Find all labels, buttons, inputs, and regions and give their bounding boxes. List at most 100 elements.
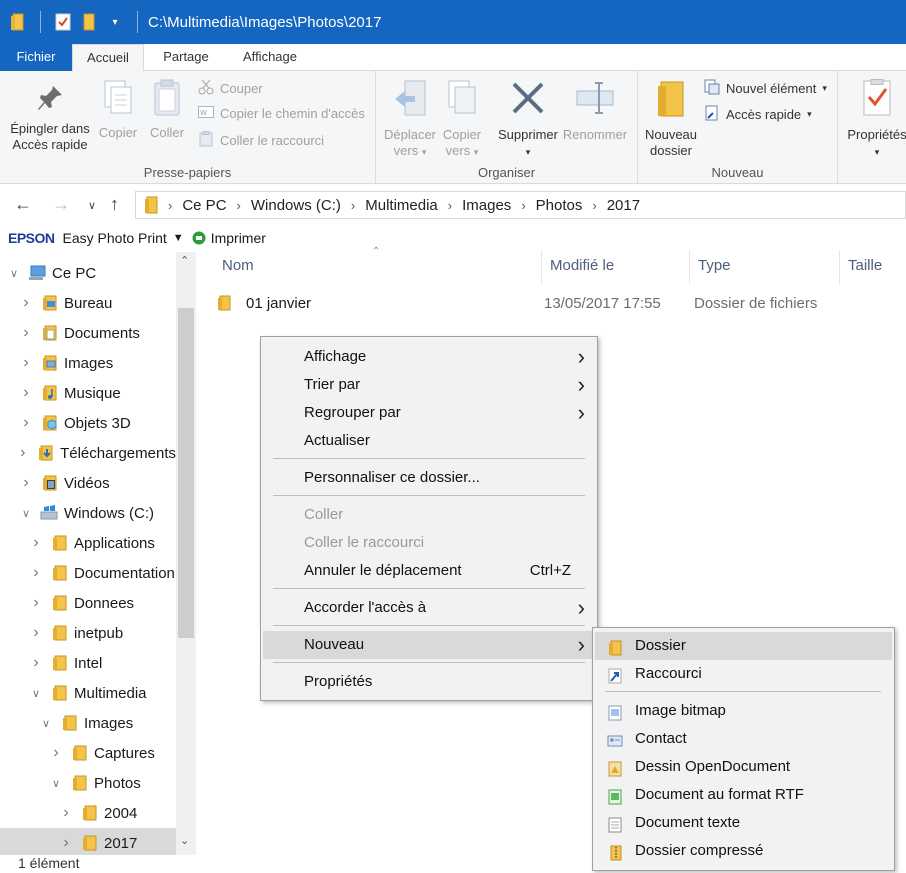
chevron-right-icon[interactable]: ›: [30, 654, 42, 672]
paste-shortcut-button[interactable]: Coller le raccourci: [198, 131, 324, 150]
copy-path-button[interactable]: W Copier le chemin d'accès: [198, 105, 365, 122]
chevron-down-icon[interactable]: ∨: [20, 507, 32, 520]
sidebar-item-2004[interactable]: › 2004: [0, 798, 176, 828]
move-to-button[interactable]: Déplacer vers ▾: [380, 79, 440, 160]
properties-icon[interactable]: [53, 12, 73, 32]
customize-toolbar-icon[interactable]: ▾: [105, 12, 125, 32]
sidebar-item-captures[interactable]: › Captures: [0, 738, 176, 768]
easy-photo-print-button[interactable]: Easy Photo Print: [63, 230, 167, 246]
new-item-button[interactable]: Nouvel élément ▾: [704, 79, 827, 98]
breadcrumb-images[interactable]: Images: [462, 197, 511, 214]
breadcrumb-windows-c[interactable]: Windows (C:): [251, 197, 341, 214]
breadcrumb-2017[interactable]: 2017: [607, 197, 640, 214]
chevron-right-icon[interactable]: ›: [60, 804, 72, 822]
sidebar-item-documents[interactable]: › Documents: [0, 318, 176, 348]
scrollbar-thumb[interactable]: [178, 308, 194, 638]
menu-item-trier-par[interactable]: Trier par ›: [263, 371, 595, 399]
chevron-down-icon[interactable]: ∨: [8, 267, 20, 280]
chevron-right-icon[interactable]: ›: [50, 744, 62, 762]
sidebar-item-photos[interactable]: ∨ Photos: [0, 768, 176, 798]
back-button[interactable]: ←: [14, 194, 32, 215]
chevron-right-icon[interactable]: ›: [30, 534, 42, 552]
sidebar-item-objets-3d[interactable]: › Objets 3D: [0, 408, 176, 438]
address-bar[interactable]: › Ce PC › Windows (C:) › Multimedia › Im…: [135, 191, 906, 219]
column-header-size[interactable]: Taille: [840, 250, 906, 284]
column-header-modified[interactable]: Modifié le: [542, 250, 690, 284]
chevron-right-icon[interactable]: ›: [20, 384, 32, 402]
copy-to-button[interactable]: Copier vers ▾: [440, 79, 484, 160]
chevron-right-icon[interactable]: ›: [20, 324, 32, 342]
sidebar-item-inetpub[interactable]: › inetpub: [0, 618, 176, 648]
chevron-down-icon[interactable]: ▼: [173, 232, 184, 244]
menu-item-annuler-le-deplacement[interactable]: Annuler le déplacement Ctrl+Z: [263, 557, 595, 585]
menu-item-personnaliser-ce-dossier[interactable]: Personnaliser ce dossier...: [263, 464, 595, 492]
scroll-down-arrow-icon[interactable]: ⌄: [180, 834, 189, 847]
menu-item-affichage[interactable]: Affichage ›: [263, 343, 595, 371]
chevron-right-icon[interactable]: ›: [30, 594, 42, 612]
sidebar-item-donnees[interactable]: › Donnees: [0, 588, 176, 618]
menu-item-coller-le-raccourci[interactable]: Coller le raccourci: [263, 529, 595, 557]
sidebar-item-videos[interactable]: › Vidéos: [0, 468, 176, 498]
sidebar-item-applications[interactable]: › Applications: [0, 528, 176, 558]
new-menu-item-image-bitmap[interactable]: Image bitmap: [595, 697, 892, 725]
sidebar-item-musique[interactable]: › Musique: [0, 378, 176, 408]
sidebar-item-documentation[interactable]: › Documentation: [0, 558, 176, 588]
forward-button[interactable]: →: [52, 194, 70, 215]
properties-button[interactable]: Propriétés ▾: [842, 79, 906, 160]
new-menu-item-dossier[interactable]: Dossier: [595, 632, 892, 660]
chevron-right-icon[interactable]: ›: [30, 564, 42, 582]
chevron-right-icon[interactable]: ›: [30, 624, 42, 642]
chevron-down-icon[interactable]: ∨: [30, 687, 42, 700]
sidebar-item-2017[interactable]: › 2017: [0, 828, 176, 855]
breadcrumb-photos[interactable]: Photos: [536, 197, 583, 214]
delete-button[interactable]: Supprimer ▾: [492, 79, 564, 160]
new-menu-item-document-texte[interactable]: Document texte: [595, 809, 892, 837]
new-menu-item-document-au-format-rtf[interactable]: Document au format RTF: [595, 781, 892, 809]
paste-button[interactable]: Coller: [144, 79, 190, 141]
tab-partage[interactable]: Partage: [148, 44, 224, 71]
breadcrumb-multimedia[interactable]: Multimedia: [365, 197, 438, 214]
new-folder-button[interactable]: Nouveau dossier: [640, 79, 702, 159]
cut-button[interactable]: Couper: [198, 79, 263, 98]
breadcrumb-ce-pc[interactable]: Ce PC: [182, 197, 226, 214]
chevron-right-icon[interactable]: ›: [20, 294, 32, 312]
sidebar-item-ce-pc[interactable]: ∨ Ce PC: [0, 258, 176, 288]
pin-quick-access-button[interactable]: Épingler dans Accès rapide: [6, 83, 94, 153]
menu-item-actualiser[interactable]: Actualiser: [263, 427, 595, 455]
chevron-right-icon[interactable]: ›: [20, 414, 32, 432]
column-header-name[interactable]: Nom: [214, 250, 542, 284]
tab-fichier[interactable]: Fichier: [0, 44, 72, 71]
sidebar-item-telechargements[interactable]: › Téléchargements: [0, 438, 176, 468]
scroll-up-arrow-icon[interactable]: ⌃: [180, 254, 189, 267]
sidebar-item-multimedia[interactable]: ∨ Multimedia: [0, 678, 176, 708]
menu-item-coller[interactable]: Coller: [263, 501, 595, 529]
chevron-right-icon[interactable]: ›: [20, 354, 32, 372]
rename-button[interactable]: Renommer: [562, 79, 628, 143]
column-header-type[interactable]: Type: [690, 250, 840, 284]
sidebar-item-bureau[interactable]: › Bureau: [0, 288, 176, 318]
easy-access-button[interactable]: Accès rapide ▾: [704, 105, 812, 124]
menu-item-proprietes[interactable]: Propriétés: [263, 668, 595, 696]
up-button[interactable]: ↑: [110, 194, 119, 215]
chevron-down-icon[interactable]: ∨: [50, 777, 62, 790]
new-menu-item-raccourci[interactable]: Raccourci: [595, 660, 892, 688]
sidebar-item-images[interactable]: › Images: [0, 348, 176, 378]
new-menu-item-contact[interactable]: Contact: [595, 725, 892, 753]
new-menu-item-dessin-opendocument[interactable]: Dessin OpenDocument: [595, 753, 892, 781]
sidebar-item-images[interactable]: ∨ Images: [0, 708, 176, 738]
sidebar-item-intel[interactable]: › Intel: [0, 648, 176, 678]
new-menu-item-dossier-compresse[interactable]: Dossier compressé: [595, 837, 892, 865]
recent-locations-button[interactable]: ∨: [88, 199, 96, 212]
sidebar-item-windows-c[interactable]: ∨ Windows (C:): [0, 498, 176, 528]
copy-button[interactable]: Copier: [96, 79, 140, 141]
chevron-right-icon[interactable]: ›: [60, 834, 72, 852]
navigation-scrollbar[interactable]: ⌃ ⌄: [176, 252, 196, 855]
chevron-down-icon[interactable]: ∨: [40, 717, 52, 730]
print-button[interactable]: Imprimer: [211, 230, 266, 246]
menu-item-accorder-l-acces-a[interactable]: Accorder l'accès à ›: [263, 594, 595, 622]
chevron-right-icon[interactable]: ›: [18, 444, 29, 462]
tab-accueil[interactable]: Accueil: [72, 44, 144, 72]
menu-item-nouveau[interactable]: Nouveau ›: [263, 631, 595, 659]
file-row[interactable]: 01 janvier 13/05/2017 17:55 Dossier de f…: [216, 290, 896, 316]
chevron-right-icon[interactable]: ›: [20, 474, 32, 492]
